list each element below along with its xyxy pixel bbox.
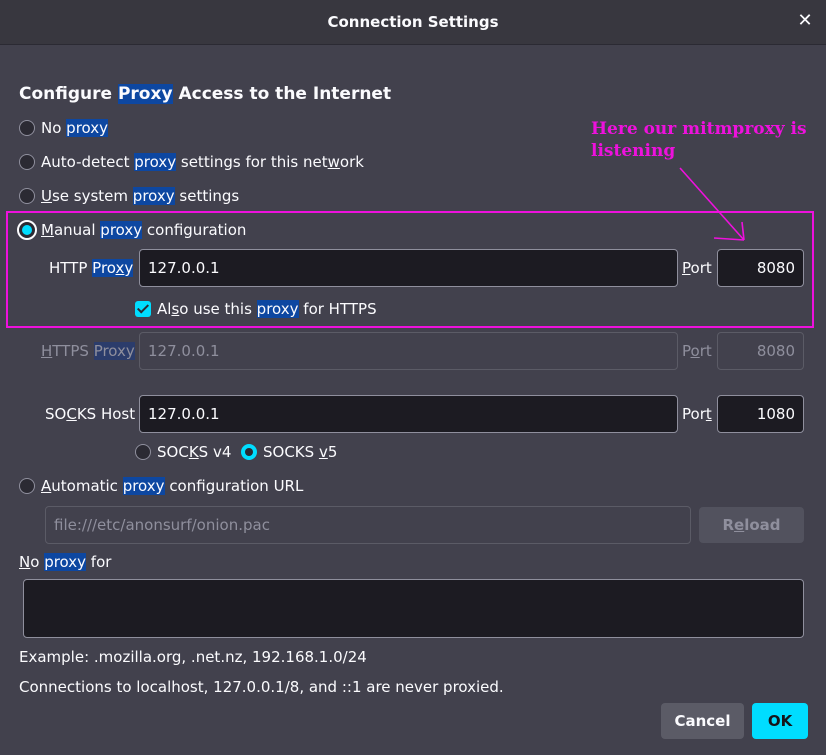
- ok-button[interactable]: OK: [752, 703, 808, 739]
- socks-v5-radio[interactable]: [241, 444, 257, 460]
- system-proxy-radio[interactable]: [19, 188, 35, 204]
- example-text: Example: .mozilla.org, .net.nz, 192.168.…: [19, 648, 367, 666]
- also-https-label[interactable]: Also use this proxy for HTTPS: [157, 300, 377, 318]
- no-proxy-label[interactable]: No proxy: [41, 119, 109, 137]
- socks-port-label: Port: [682, 405, 712, 423]
- socks-v4-radio[interactable]: [135, 444, 151, 460]
- heading-text: Configure: [19, 84, 118, 104]
- no-proxy-for-textarea[interactable]: [23, 579, 804, 638]
- https-proxy-label: HTTPS Proxy: [41, 342, 135, 360]
- http-proxy-input[interactable]: 127.0.0.1: [139, 249, 678, 287]
- http-port-label: Port: [682, 259, 712, 277]
- socks-port-input[interactable]: 1080: [717, 395, 804, 433]
- manual-proxy-label[interactable]: Manual proxy configuration: [41, 221, 246, 239]
- auto-detect-radio[interactable]: [19, 154, 35, 170]
- no-proxy-radio[interactable]: [19, 120, 35, 136]
- https-port-label: Port: [682, 342, 712, 360]
- socks-v4-label[interactable]: SOCKS v4: [157, 443, 231, 461]
- no-proxy-for-label: No proxy for: [19, 553, 112, 571]
- annotation-text: Here our mitmproxy is listening: [591, 118, 807, 162]
- also-https-checkbox[interactable]: [135, 301, 151, 317]
- localhost-note: Connections to localhost, 127.0.0.1/8, a…: [19, 678, 504, 696]
- reload-button[interactable]: Reload: [699, 507, 804, 543]
- https-proxy-input[interactable]: 127.0.0.1: [139, 332, 678, 370]
- section-heading: Configure Proxy Access to the Internet: [19, 84, 391, 104]
- dialog-title: Connection Settings: [327, 13, 499, 31]
- heading-text-end: Access to the Internet: [172, 84, 392, 104]
- annotation-line-1: Here our mitmproxy is: [591, 119, 807, 139]
- close-icon[interactable]: ✕: [794, 10, 816, 32]
- auto-config-radio[interactable]: [19, 478, 35, 494]
- http-port-input[interactable]: 8080: [717, 249, 804, 287]
- title-bar: Connection Settings ✕: [0, 0, 826, 45]
- socks-v5-label[interactable]: SOCKS v5: [263, 443, 337, 461]
- socks-host-label: SOCKS Host: [45, 405, 136, 423]
- https-port-input[interactable]: 8080: [717, 332, 804, 370]
- auto-config-label[interactable]: Automatic proxy configuration URL: [41, 477, 303, 495]
- manual-proxy-radio[interactable]: [17, 220, 37, 240]
- annotation-line-2: listening: [591, 141, 676, 161]
- heading-highlight: Proxy: [117, 84, 173, 104]
- auto-config-url-input[interactable]: file:///etc/anonsurf/onion.pac: [45, 506, 691, 544]
- annotation-arrow-icon: [679, 167, 745, 241]
- system-proxy-label[interactable]: Use system proxy settings: [41, 187, 239, 205]
- auto-detect-label[interactable]: Auto-detect proxy settings for this netw…: [41, 153, 364, 171]
- socks-host-input[interactable]: 127.0.0.1: [139, 395, 678, 433]
- cancel-button[interactable]: Cancel: [661, 703, 744, 739]
- http-proxy-label: HTTP Proxy: [49, 259, 134, 277]
